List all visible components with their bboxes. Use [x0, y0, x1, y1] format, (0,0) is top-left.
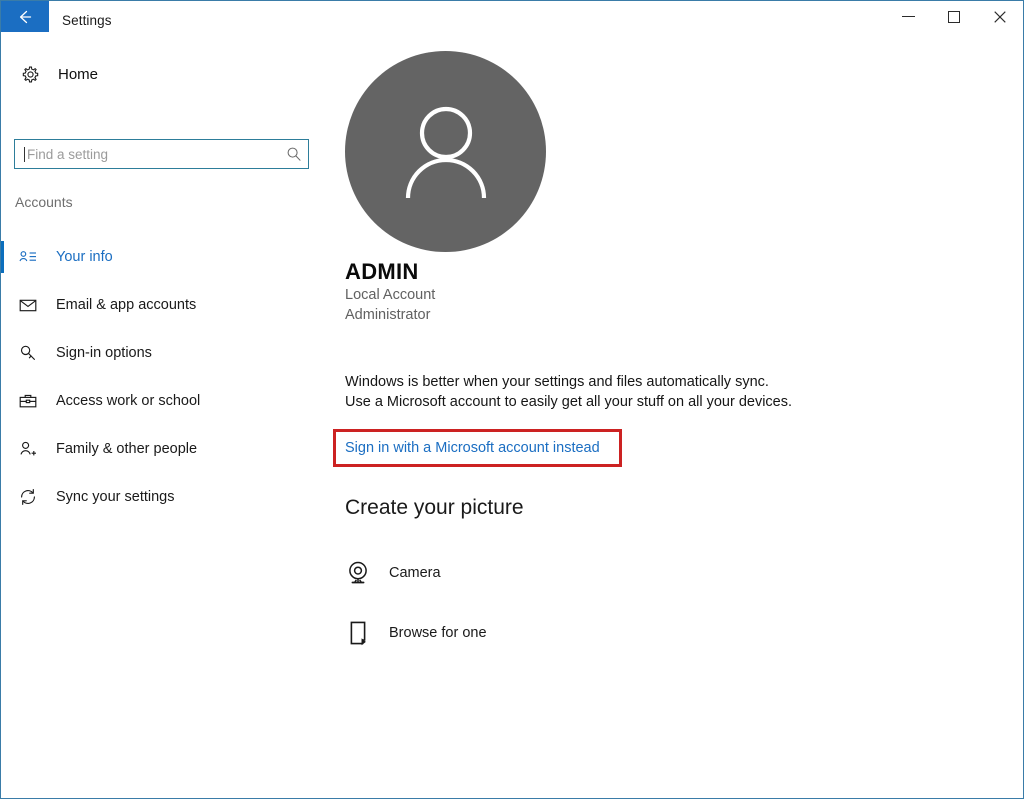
- sidebar-item-sync-your-settings[interactable]: Sync your settings: [1, 473, 326, 521]
- sync-icon: [9, 487, 47, 507]
- back-button[interactable]: [1, 1, 49, 32]
- account-name: ADMIN: [345, 259, 419, 284]
- window-title: Settings: [62, 12, 112, 28]
- document-browse-icon: [339, 618, 377, 648]
- sidebar-item-label: Sync your settings: [56, 489, 175, 505]
- briefcase-icon: [9, 391, 47, 411]
- home-label: Home: [58, 65, 99, 83]
- close-icon: [994, 10, 1006, 23]
- webcam-icon: [339, 558, 377, 588]
- browse-for-one-option[interactable]: Browse for one: [339, 611, 499, 655]
- account-type: Local Account: [345, 287, 436, 303]
- sync-description: Windows is better when your settings and…: [345, 374, 793, 410]
- sidebar-item-email-app-accounts[interactable]: Email & app accounts: [1, 281, 326, 329]
- maximize-icon: [948, 10, 960, 23]
- gear-icon: [11, 65, 49, 84]
- account-role: Administrator: [345, 307, 431, 323]
- sidebar-item-your-info[interactable]: Your info: [1, 233, 326, 281]
- sidebar-section-header: Accounts: [15, 194, 73, 210]
- sidebar-item-label: Email & app accounts: [56, 297, 197, 313]
- maximize-button[interactable]: [931, 1, 977, 32]
- camera-option[interactable]: Camera: [339, 551, 453, 595]
- person-add-icon: [9, 439, 47, 459]
- minimize-button[interactable]: [885, 1, 931, 32]
- sidebar-nav-list: Your info Email & app accounts Sign-in o…: [1, 233, 326, 521]
- search-input[interactable]: [27, 146, 280, 162]
- selection-accent-bar: [1, 241, 4, 273]
- window-controls: [885, 1, 1023, 39]
- sidebar-item-label: Your info: [56, 249, 113, 265]
- sign-in-microsoft-account-link[interactable]: Sign in with a Microsoft account instead: [345, 440, 600, 456]
- avatar: [345, 51, 546, 252]
- minimize-icon: [901, 16, 915, 17]
- search-box[interactable]: [14, 139, 309, 169]
- text-caret: [24, 146, 25, 162]
- back-arrow-icon: [19, 10, 32, 23]
- sidebar-item-access-work-or-school[interactable]: Access work or school: [1, 377, 326, 425]
- sidebar-item-home[interactable]: Home: [1, 56, 311, 92]
- main-content: ADMIN Local Account Administrator Window…: [326, 39, 1023, 798]
- sidebar: Home Accounts: [1, 39, 326, 798]
- create-your-picture-heading: Create your picture: [345, 496, 524, 519]
- settings-window: Settings Home Find a setting Accounts Yo…: [0, 0, 1024, 799]
- sidebar-item-label: Family & other people: [56, 441, 198, 457]
- sidebar-item-family-other-people[interactable]: Family & other people: [1, 425, 326, 473]
- camera-option-label: Camera: [389, 565, 441, 581]
- key-icon: [9, 343, 47, 363]
- search-icon[interactable]: [280, 146, 308, 162]
- sidebar-item-label: Access work or school: [56, 393, 201, 409]
- title-bar: Settings: [1, 1, 1023, 39]
- contact-card-icon: [9, 247, 47, 267]
- sidebar-item-sign-in-options[interactable]: Sign-in options: [1, 329, 326, 377]
- close-button[interactable]: [977, 1, 1023, 32]
- browse-option-label: Browse for one: [389, 625, 487, 641]
- sidebar-item-label: Sign-in options: [56, 345, 152, 361]
- person-avatar-icon: [405, 106, 486, 198]
- envelope-icon: [9, 295, 47, 315]
